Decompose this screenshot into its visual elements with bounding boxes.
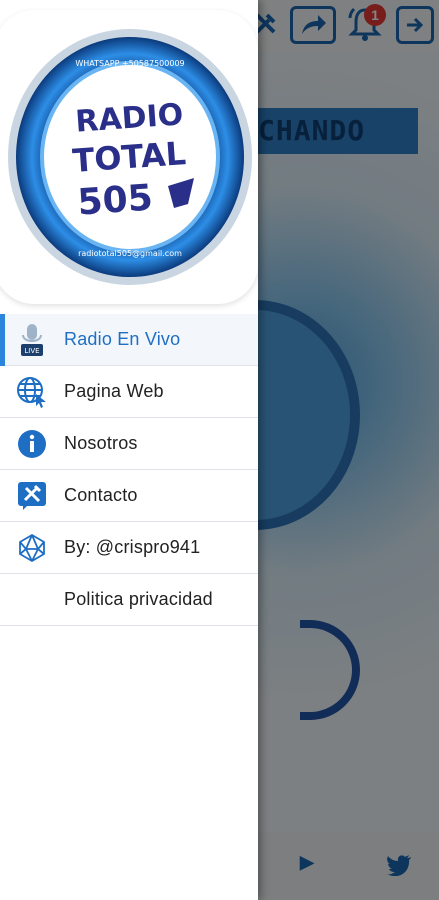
menu-item-label: Pagina Web xyxy=(64,381,164,401)
menu-item-label: Politica privacidad xyxy=(64,589,213,609)
menu-item-label: Radio En Vivo xyxy=(64,329,181,349)
menu-item-label: Nosotros xyxy=(64,433,138,453)
navigation-drawer: RADIO TOTAL 505 WHATSAPP +50587500009 ra… xyxy=(0,0,258,900)
menu-item-radio-en-vivo[interactable]: LIVE Radio En Vivo xyxy=(0,314,258,366)
menu-item-contacto[interactable]: Contacto xyxy=(0,470,258,522)
logo-line-3: 505 xyxy=(76,177,154,223)
logo-ring-text-bottom: radiototal505@gmail.com xyxy=(78,249,182,258)
radio-mic-icon: LIVE xyxy=(21,323,43,356)
drawer-header: RADIO TOTAL 505 WHATSAPP +50587500009 ra… xyxy=(0,0,258,308)
globe-cursor-icon xyxy=(17,376,46,408)
menu-item-politica-privacidad[interactable]: Politica privacidad xyxy=(0,574,258,626)
menu-item-label: Contacto xyxy=(64,485,138,505)
svg-text:LIVE: LIVE xyxy=(24,347,39,355)
menu-item-pagina-web[interactable]: Pagina Web xyxy=(0,366,258,418)
logo-ring-text-top: WHATSAPP +50587500009 xyxy=(75,59,184,68)
info-icon xyxy=(18,429,46,458)
radio-total-505-logo: RADIO TOTAL 505 WHATSAPP +50587500009 ra… xyxy=(8,29,252,285)
menu-item-nosotros[interactable]: Nosotros xyxy=(0,418,258,470)
menu-item-by-crispro941[interactable]: By: @crispro941 xyxy=(0,522,258,574)
drawer-menu: LIVE Radio En Vivo Pagina Web Nosotros C… xyxy=(0,314,258,626)
polyhedron-icon xyxy=(19,533,45,562)
logo-line-2: TOTAL xyxy=(71,134,187,180)
tools-icon xyxy=(18,481,46,510)
menu-item-label: By: @crispro941 xyxy=(64,537,201,557)
